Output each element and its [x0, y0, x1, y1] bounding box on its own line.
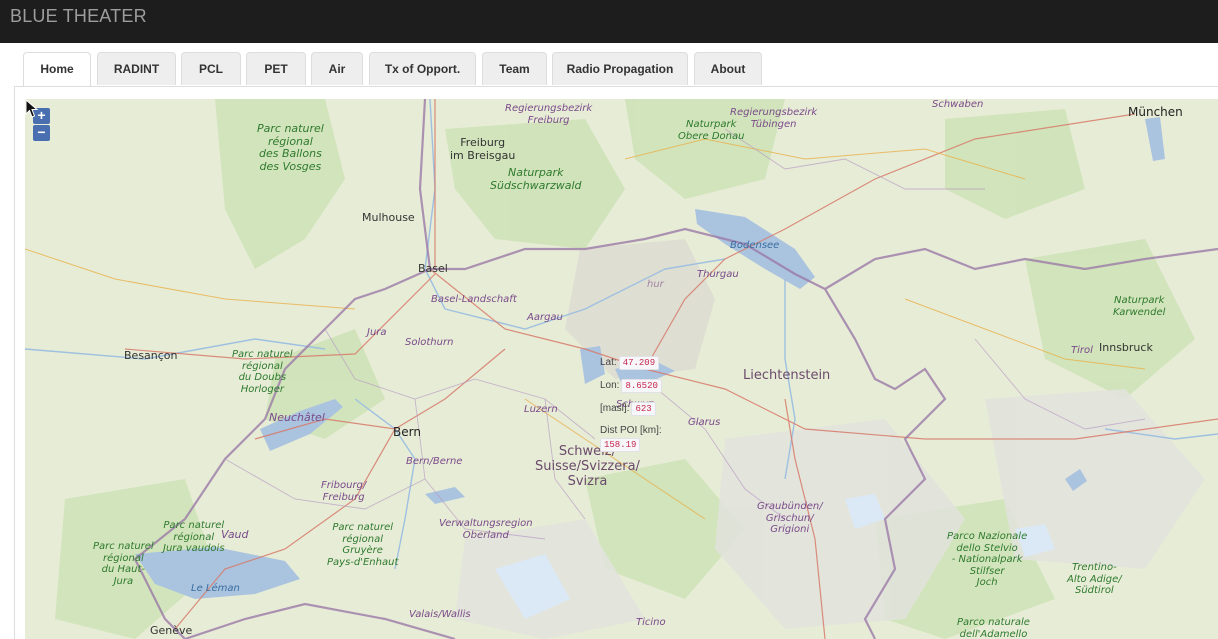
navbar: BLUE THEATER: [0, 0, 1218, 43]
label-ticino: Ticino: [636, 617, 666, 628]
label-parco-adamello: Parco naturale dell'Adamello: [957, 617, 1030, 639]
label-le-leman: Le Léman: [191, 583, 240, 594]
label-partial-hur: hur: [647, 279, 664, 290]
tab-radio-propagation[interactable]: Radio Propagation: [552, 52, 688, 85]
label-trentino: Trentino- Alto Adige/ Südtirol: [1067, 562, 1122, 596]
readout-dist-value: 158.19: [600, 438, 641, 452]
label-np-suedschwarzwald: Naturpark Südschwarzwald: [490, 166, 582, 192]
readout-lat-label: Lat:: [600, 357, 617, 368]
label-innsbruck: Innsbruck: [1099, 341, 1153, 354]
label-valais: Valais/Wallis: [409, 609, 471, 620]
label-freiburg: Freiburg im Breisgau: [450, 136, 516, 162]
label-luzern: Luzern: [524, 404, 558, 415]
tab-air[interactable]: Air: [311, 52, 363, 85]
label-tirol: Tirol: [1071, 345, 1093, 356]
label-bodensee: Bodensee: [730, 240, 780, 251]
zoom-out-button[interactable]: −: [33, 125, 50, 141]
label-parco-stelvio: Parco Nazionale dello Stelvio - National…: [947, 531, 1028, 588]
label-geneve: Genève: [150, 624, 193, 637]
label-parc-jura-vaudois: Parc naturel régional Jura vaudois: [163, 520, 225, 554]
tab-pcl[interactable]: PCL: [181, 52, 241, 85]
readout-masl: [masl]: 623: [600, 402, 656, 416]
label-vaud: Vaud: [221, 528, 249, 541]
readout-lon-value: 8.6520: [621, 379, 662, 393]
label-thurgau: Thurgau: [697, 269, 739, 280]
label-graubuenden: Graubünden/ Grischun/ Grigioni: [757, 501, 823, 535]
tab-team[interactable]: Team: [482, 52, 547, 85]
coordinate-readout: Lat: 47.209 Lon: 8.6520 [masl]: 623 Dist PO…: [600, 356, 680, 456]
label-parc-gruyere: Parc naturel régional Gruyère Pays-d'Enh…: [327, 522, 399, 568]
label-verwaltungsregion: Verwaltungsregion Oberland: [439, 518, 533, 541]
label-schwaben: Schwaben: [932, 99, 984, 110]
map-view[interactable]: + − Regierungsbezirk Freiburg Regierungs…: [25, 99, 1218, 639]
label-bern-berne: Bern/Berne: [406, 456, 463, 467]
label-glarus: Glarus: [688, 417, 721, 428]
label-muenchen: München: [1128, 105, 1183, 119]
brand-title[interactable]: BLUE THEATER: [10, 6, 147, 27]
readout-dist-label: Dist POI [km]:: [600, 425, 662, 436]
label-parc-vosges: Parc naturel régional des Ballons des Vo…: [257, 122, 324, 173]
label-parc-doubs: Parc naturel régional du Doubs Horloger: [232, 349, 293, 395]
label-aargau: Aargau: [527, 312, 563, 323]
tab-home[interactable]: Home: [23, 52, 91, 87]
label-neuchatel: Neuchâtel: [269, 411, 325, 424]
tab-tx-of-opport[interactable]: Tx of Opport.: [369, 52, 476, 85]
label-basel-landschaft: Basel-Landschaft: [431, 294, 517, 305]
tab-pet[interactable]: PET: [246, 52, 306, 85]
label-parc-haut-jura: Parc naturel régional du Haut- Jura: [93, 541, 154, 587]
mouse-cursor-icon: [25, 99, 39, 118]
tab-radint[interactable]: RADINT: [97, 52, 176, 85]
label-basel: Basel: [418, 262, 448, 275]
tab-about[interactable]: About: [694, 52, 762, 85]
readout-lat: Lat: 47.209: [600, 356, 660, 370]
label-jura: Jura: [367, 327, 387, 338]
label-np-obere-donau: Naturpark Obere Donau: [678, 119, 745, 142]
label-bern: Bern: [393, 425, 421, 439]
readout-lat-value: 47.209: [618, 356, 660, 370]
label-solothurn: Solothurn: [405, 337, 454, 348]
readout-masl-value: 623: [631, 402, 656, 416]
label-besancon: Besançon: [124, 349, 178, 362]
readout-masl-label: [masl]:: [600, 403, 630, 414]
label-np-karwendel: Naturpark Karwendel: [1113, 295, 1166, 318]
label-mulhouse: Mulhouse: [362, 211, 415, 224]
label-fribourg: Fribourg/ Freiburg: [321, 480, 367, 503]
tab-bar: Home RADINT PCL PET Air Tx of Opport. Te…: [14, 50, 1218, 87]
readout-lon: Lon: 8.6520: [600, 379, 662, 393]
readout-dist: 158.19: [600, 438, 641, 452]
label-liechtenstein: Liechtenstein: [743, 368, 831, 383]
readout-lon-label: Lon:: [600, 380, 620, 391]
label-regbez-freiburg: Regierungsbezirk Freiburg: [505, 103, 593, 126]
